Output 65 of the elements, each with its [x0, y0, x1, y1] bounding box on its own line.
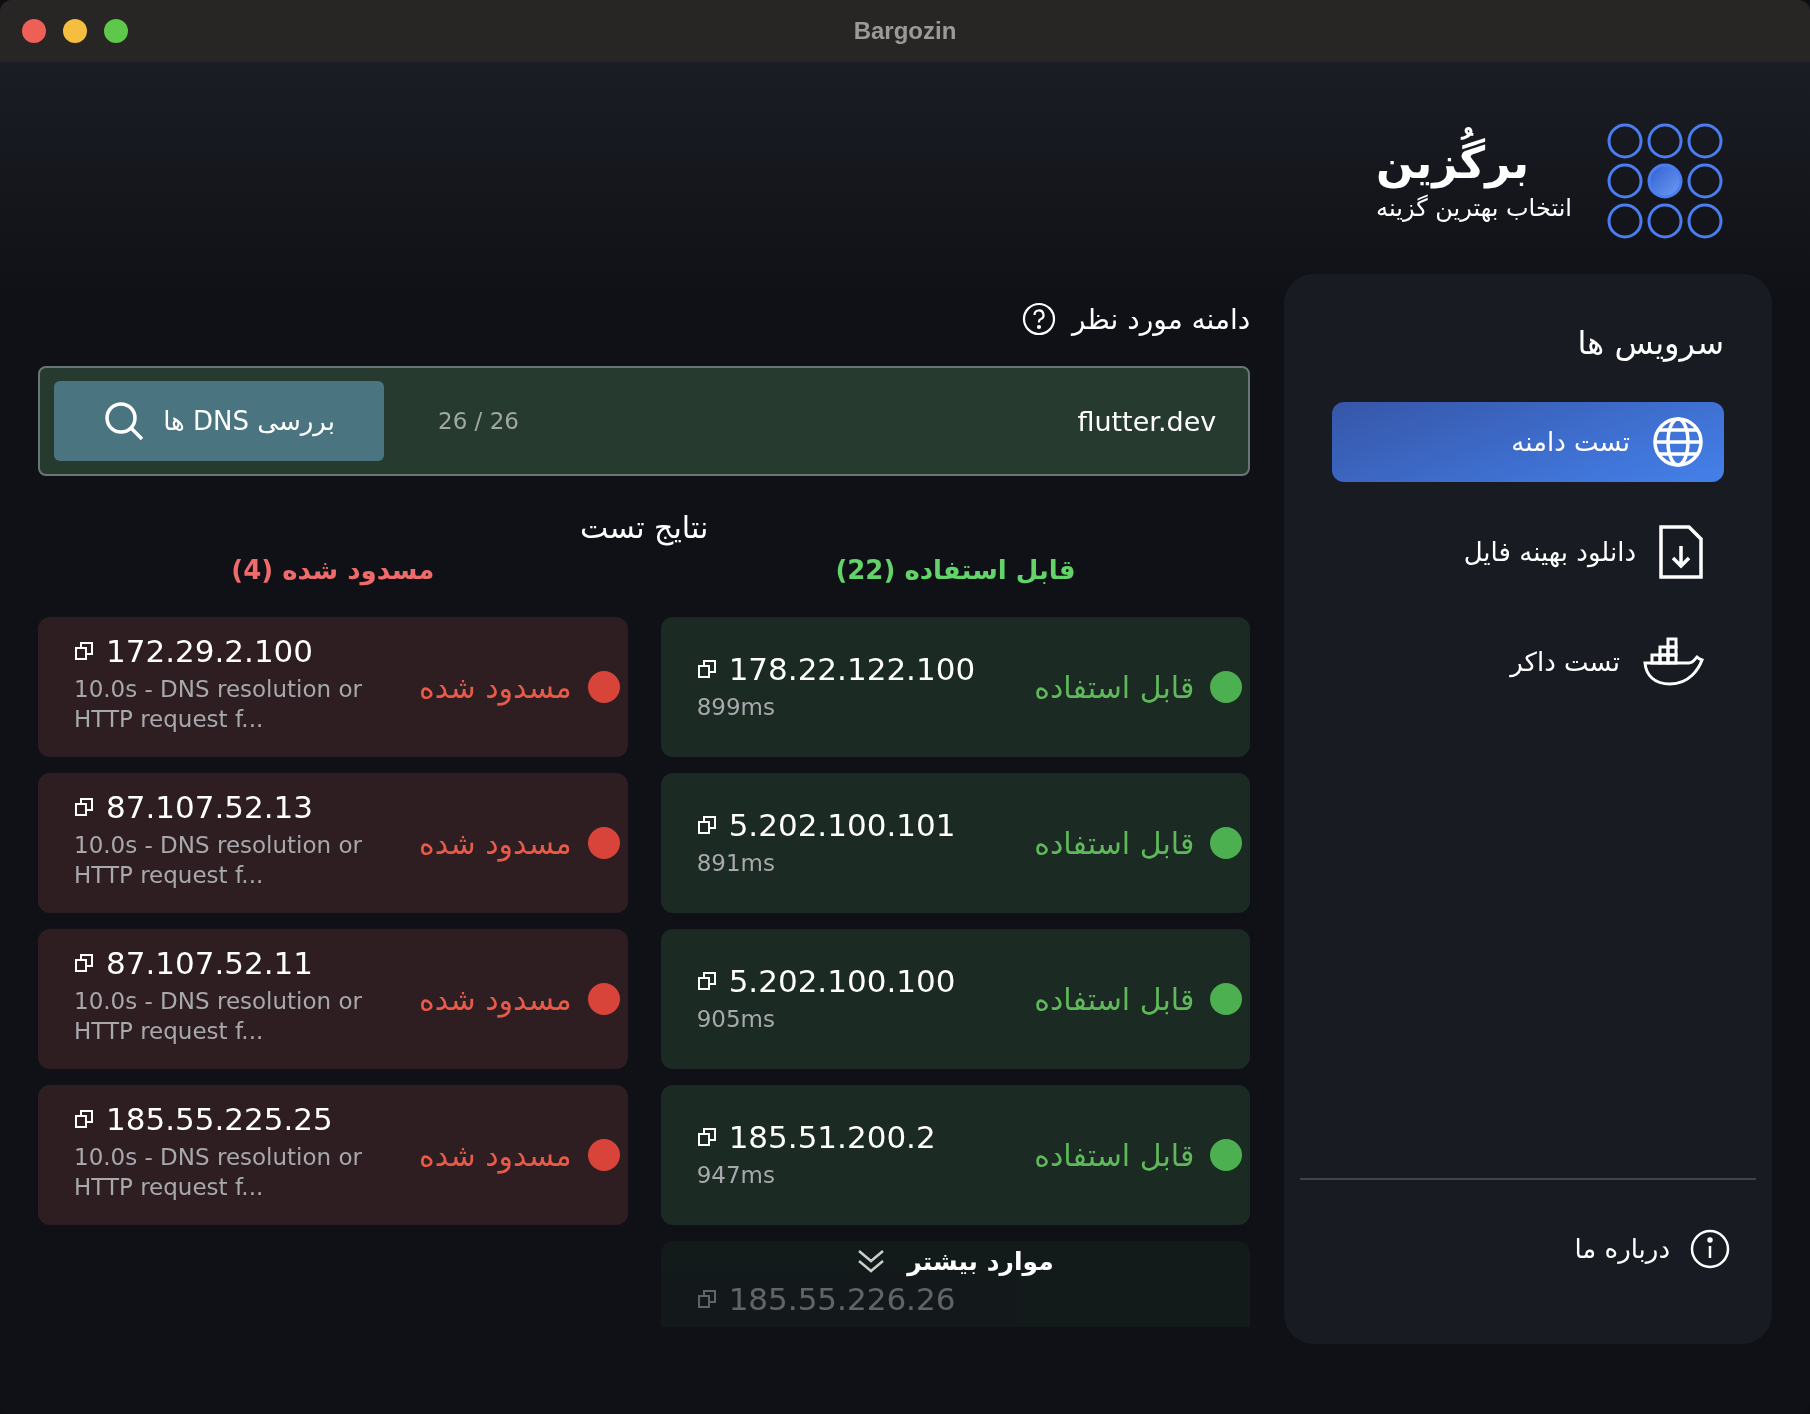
- result-detail: 947ms: [696, 1161, 776, 1191]
- ip-address: 178.22.122.100: [728, 651, 976, 688]
- status-label: مسدود شده: [419, 669, 572, 705]
- result-detail: 10.0s - DNS resolution or HTTP request f...: [74, 1143, 363, 1202]
- result-detail: 891ms: [696, 849, 776, 879]
- status-dot: [1210, 827, 1243, 859]
- help-icon[interactable]: [1022, 302, 1057, 336]
- status-label: مسدود شده: [419, 1137, 572, 1173]
- ip-address: 5.202.100.100: [728, 963, 956, 1000]
- status-dot: [587, 1139, 620, 1171]
- status-dot: [587, 827, 620, 859]
- ip-address: 185.51.200.2: [728, 1119, 936, 1156]
- ip-address: 87.107.52.11: [106, 945, 314, 981]
- result-detail: 899ms: [696, 693, 776, 723]
- results-title: نتایج تست: [579, 510, 709, 545]
- ip-address: 5.202.100.101: [728, 807, 956, 844]
- copy-icon[interactable]: [74, 1109, 94, 1129]
- info-icon: [1690, 1229, 1730, 1269]
- check-dns-button[interactable]: بررسی DNS ها: [54, 381, 384, 461]
- group-heading: قابل استفاده (22): [835, 555, 1076, 585]
- status-dot: [1210, 671, 1243, 703]
- minimize-button[interactable]: [63, 19, 87, 43]
- sidebar-item[interactable]: دانلود بهینه فایل: [1332, 512, 1724, 592]
- copy-icon[interactable]: [696, 659, 717, 680]
- status-label: قابل استفاده: [1034, 981, 1195, 1017]
- group-heading: مسدود شده (4): [231, 555, 435, 585]
- copy-icon[interactable]: [74, 953, 94, 973]
- zoom-button[interactable]: [104, 19, 128, 43]
- copy-icon[interactable]: [74, 797, 94, 817]
- status-dot: [587, 671, 620, 703]
- window-title: Bargozin: [853, 17, 957, 45]
- status-dot: [1210, 1139, 1243, 1171]
- ship-icon: [1642, 637, 1704, 687]
- show-more-button[interactable]: موارد بیشتر: [835, 1243, 1076, 1279]
- ip-address: 185.55.225.25: [106, 1101, 333, 1137]
- logo-icon: [1606, 122, 1724, 240]
- file-download-icon: [1658, 524, 1704, 580]
- copy-icon[interactable]: [696, 1127, 717, 1148]
- ip-address: 185.55.226.26: [728, 1281, 956, 1317]
- status-label: مسدود شده: [419, 981, 572, 1017]
- result-detail: 10.0s - DNS resolution or HTTP request f...: [74, 987, 363, 1046]
- chevron-down-icon: [857, 1248, 886, 1274]
- result-detail: 905ms: [696, 1005, 776, 1035]
- ip-address: 172.29.2.100: [106, 633, 314, 669]
- globe-icon: [1652, 416, 1704, 468]
- status-dot: [587, 983, 620, 1015]
- copy-icon[interactable]: [74, 641, 94, 661]
- copy-icon[interactable]: [696, 815, 717, 836]
- sidebar-item[interactable]: تست دامنه: [1332, 402, 1724, 482]
- result-counter: 26 / 26: [438, 408, 519, 434]
- status-label: قابل استفاده: [1034, 825, 1195, 861]
- status-label: مسدود شده: [419, 825, 572, 861]
- status-label: قابل استفاده: [1034, 669, 1195, 705]
- ip-address: 87.107.52.13: [106, 789, 314, 825]
- result-detail: 10.0s - DNS resolution or HTTP request f...: [74, 675, 363, 734]
- copy-icon[interactable]: [696, 971, 717, 992]
- result-detail: 10.0s - DNS resolution or HTTP request f...: [74, 831, 363, 890]
- about-link[interactable]: درباره ما: [1568, 1228, 1736, 1270]
- search-icon: [103, 400, 146, 442]
- status-dot: [1210, 983, 1243, 1015]
- domain-label: دامنه مورد نظر: [1072, 302, 1251, 336]
- sidebar-title: سرویس ها: [1577, 324, 1724, 362]
- close-button[interactable]: [22, 19, 46, 43]
- sidebar-item[interactable]: تست داکر: [1332, 622, 1724, 702]
- status-label: قابل استفاده: [1034, 1137, 1195, 1173]
